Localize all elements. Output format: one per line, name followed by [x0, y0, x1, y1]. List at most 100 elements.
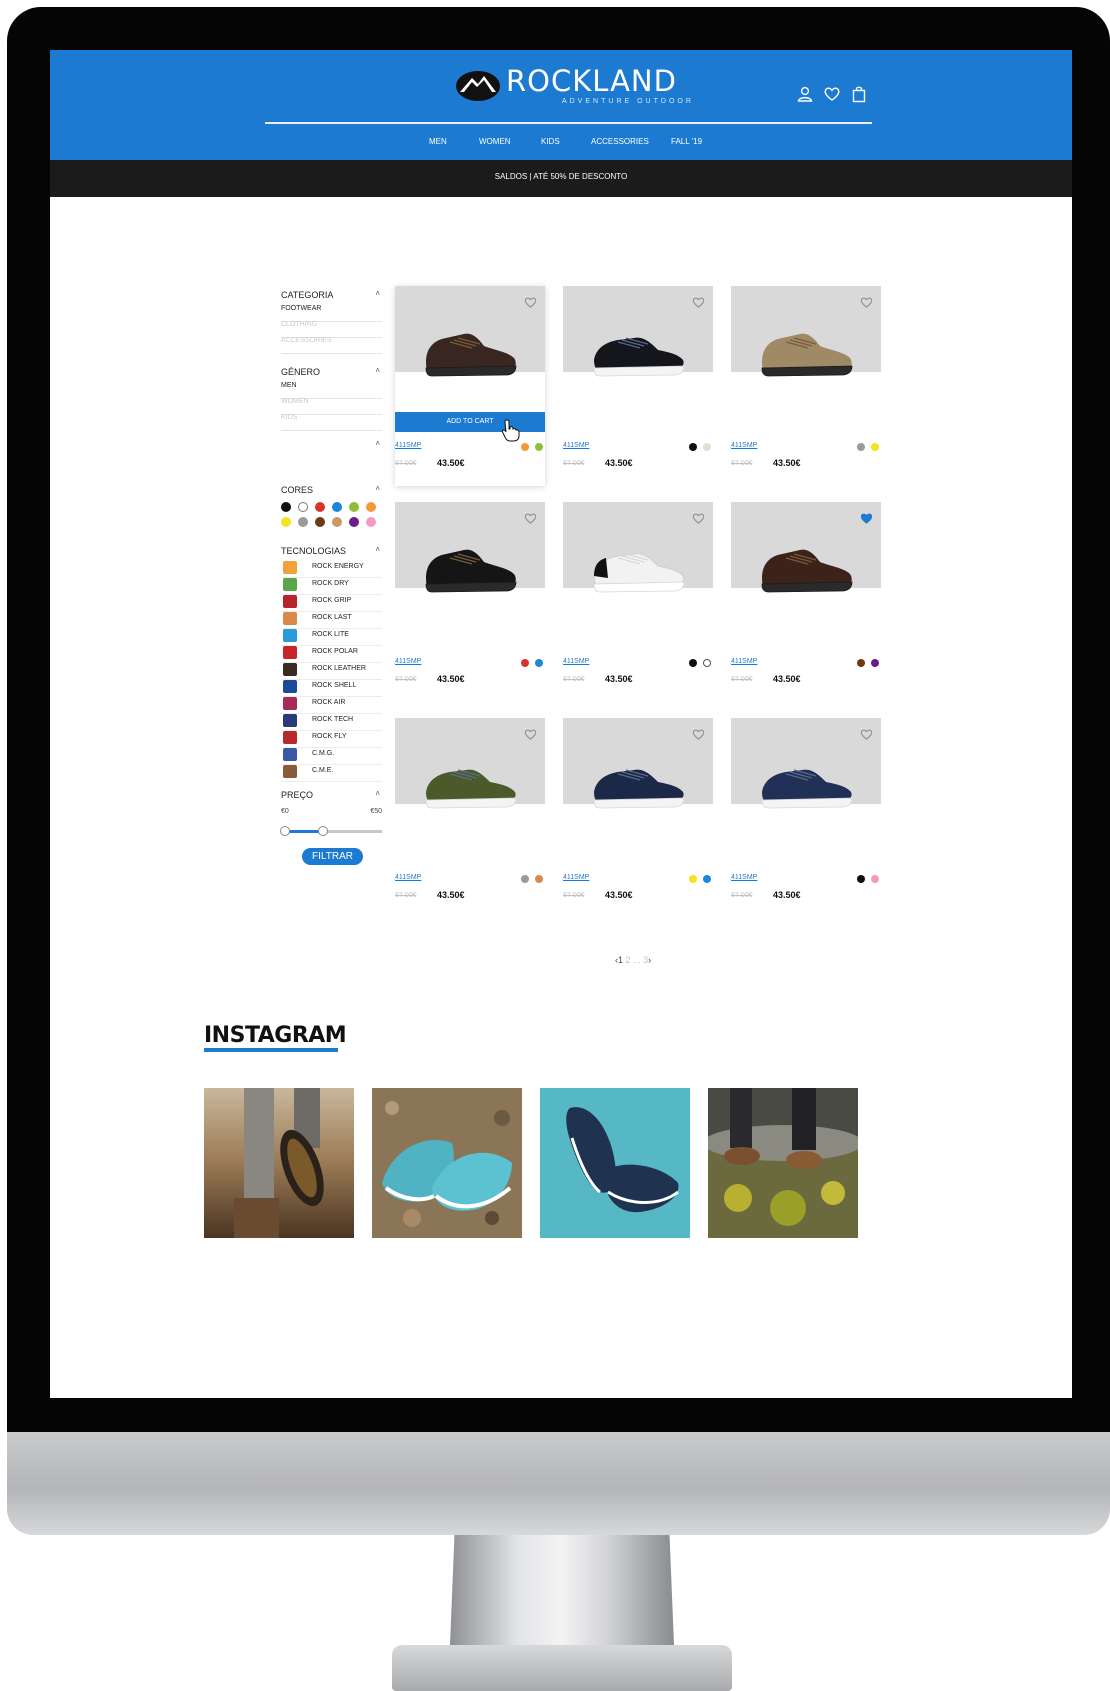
product-color-option[interactable] — [703, 875, 711, 883]
technology-item[interactable]: C.M.G. — [281, 747, 382, 765]
tan-hiker-shoe-photo[interactable] — [756, 322, 856, 384]
filter-collapsed-header[interactable]: ˄ — [281, 439, 382, 452]
wishlist-heart-icon[interactable] — [524, 728, 537, 740]
black-hiker-shoe-photo[interactable] — [420, 538, 520, 600]
technology-item[interactable]: ROCK LEATHER — [281, 662, 382, 680]
chevron-up-icon[interactable]: ˄ — [375, 439, 380, 448]
product-color-option[interactable] — [689, 875, 697, 883]
technology-item[interactable]: ROCK TECH — [281, 713, 382, 731]
add-to-cart-button[interactable]: ADD TO CART — [395, 412, 545, 432]
chevron-up-icon[interactable]: ˄ — [375, 289, 380, 298]
color-swatch[interactable] — [315, 502, 325, 512]
product-sku-link[interactable]: 411SMP — [395, 658, 421, 665]
filter-option-women[interactable]: WOMEN — [281, 398, 382, 415]
chevron-up-icon[interactable]: ˄ — [375, 484, 380, 493]
product-color-option[interactable] — [535, 875, 543, 883]
technology-item[interactable]: ROCK GRIP — [281, 594, 382, 612]
filter-button[interactable]: FILTRAR — [302, 848, 363, 865]
color-swatch[interactable] — [349, 502, 359, 512]
nav-kids[interactable]: KIDS — [541, 137, 560, 146]
product-color-option[interactable] — [703, 659, 711, 667]
wishlist-heart-icon[interactable] — [524, 296, 537, 308]
filter-preco-header[interactable]: PREÇO ˄ — [281, 789, 382, 802]
shopping-bag-icon[interactable] — [850, 85, 868, 103]
product-color-option[interactable] — [535, 659, 543, 667]
product-color-option[interactable] — [871, 659, 879, 667]
pagination-page-current[interactable]: 1 — [618, 955, 623, 965]
product-card[interactable]: 411SMP 87.00€ 43.50€ — [731, 502, 881, 702]
product-card[interactable]: 411SMP 87.00€ 43.50€ — [731, 718, 881, 918]
product-color-option[interactable] — [689, 443, 697, 451]
wishlist-heart-icon[interactable] — [692, 296, 705, 308]
olive-sneaker-shoe-photo[interactable] — [420, 754, 520, 816]
color-swatch[interactable] — [281, 502, 291, 512]
filter-option-footwear[interactable]: FOOTWEAR — [281, 305, 382, 322]
price-slider-max-handle[interactable] — [318, 826, 329, 836]
color-swatch[interactable] — [332, 517, 342, 527]
black-runner-shoe-photo[interactable] — [588, 322, 688, 384]
chevron-up-icon[interactable]: ˄ — [375, 545, 380, 554]
product-color-option[interactable] — [857, 659, 865, 667]
product-color-option[interactable] — [521, 443, 529, 451]
white-sneaker-shoe-photo[interactable] — [588, 538, 688, 600]
product-color-option[interactable] — [857, 443, 865, 451]
navy-runner-shoe-photo[interactable] — [588, 754, 688, 816]
color-swatch[interactable] — [281, 517, 291, 527]
boots-on-rock-photo[interactable] — [708, 1088, 858, 1238]
product-color-option[interactable] — [857, 875, 865, 883]
chevron-up-icon[interactable]: ˄ — [375, 789, 380, 798]
wishlist-heart-icon[interactable] — [860, 728, 873, 740]
chevron-up-icon[interactable]: ˄ — [375, 366, 380, 375]
product-card[interactable]: 411SMP 87.00€ 43.50€ — [395, 502, 545, 702]
teal-sneakers-on-gravel-photo[interactable] — [372, 1088, 522, 1238]
color-swatch[interactable] — [298, 517, 308, 527]
filter-option-kids[interactable]: KIDS — [281, 414, 382, 431]
brown-hiker-shoe-photo[interactable] — [756, 538, 856, 600]
technology-item[interactable]: ROCK FLY — [281, 730, 382, 748]
wishlist-heart-icon[interactable] — [692, 512, 705, 524]
product-sku-link[interactable]: 411SMP — [395, 442, 421, 449]
product-color-option[interactable] — [703, 443, 711, 451]
brand-logo[interactable]: ROCKLAND ADVENTURE OUTDOOR — [454, 64, 694, 108]
technology-item[interactable]: C.M.E. — [281, 764, 382, 782]
filter-option-accessories[interactable]: ACCESSORIES — [281, 337, 382, 354]
user-icon[interactable] — [796, 85, 814, 103]
product-color-option[interactable] — [871, 875, 879, 883]
color-swatch[interactable] — [315, 517, 325, 527]
product-sku-link[interactable]: 411SMP — [731, 874, 757, 881]
filter-categoria-header[interactable]: CATEGORIA ˄ — [281, 289, 382, 302]
technology-item[interactable]: ROCK LAST — [281, 611, 382, 629]
product-color-option[interactable] — [535, 443, 543, 451]
product-card[interactable]: 411SMP 87.00€ 43.50€ — [563, 502, 713, 702]
product-card[interactable]: 411SMP 87.00€ 43.50€ — [395, 718, 545, 918]
wishlist-heart-icon[interactable] — [860, 296, 873, 308]
technology-item[interactable]: ROCK ENERGY — [281, 560, 382, 578]
wishlist-heart-icon[interactable] — [692, 728, 705, 740]
heart-icon[interactable] — [823, 85, 841, 103]
filter-tecnologias-header[interactable]: TECNOLOGIAS ˄ — [281, 545, 382, 558]
color-swatch[interactable] — [298, 502, 308, 512]
product-card[interactable]: ADD TO CART 411SMP 87.00€ 43.50€ — [395, 286, 545, 486]
nav-fall-19[interactable]: FALL '19 — [671, 137, 702, 146]
price-slider-min-handle[interactable] — [280, 826, 290, 836]
filter-genero-header[interactable]: GÉNERO ˄ — [281, 366, 382, 379]
product-color-option[interactable] — [521, 875, 529, 883]
navy-runner-2-shoe-photo[interactable] — [756, 754, 856, 816]
product-color-option[interactable] — [689, 659, 697, 667]
pagination-next[interactable]: › — [648, 955, 651, 965]
nav-men[interactable]: MEN — [429, 137, 447, 146]
product-card[interactable]: 411SMP 87.00€ 43.50€ — [563, 718, 713, 918]
product-sku-link[interactable]: 411SMP — [563, 442, 589, 449]
nav-accessories[interactable]: ACCESSORIES — [591, 137, 649, 146]
product-card[interactable]: 411SMP 87.00€ 43.50€ — [563, 286, 713, 486]
product-sku-link[interactable]: 411SMP — [563, 658, 589, 665]
product-sku-link[interactable]: 411SMP — [395, 874, 421, 881]
filter-option-clothing[interactable]: CLOTHING — [281, 321, 382, 338]
color-swatch[interactable] — [366, 517, 376, 527]
nav-women[interactable]: WOMEN — [479, 137, 511, 146]
filter-option-men[interactable]: MEN — [281, 382, 382, 399]
product-sku-link[interactable]: 411SMP — [563, 874, 589, 881]
color-swatch[interactable] — [349, 517, 359, 527]
color-swatch[interactable] — [366, 502, 376, 512]
technology-item[interactable]: ROCK DRY — [281, 577, 382, 595]
